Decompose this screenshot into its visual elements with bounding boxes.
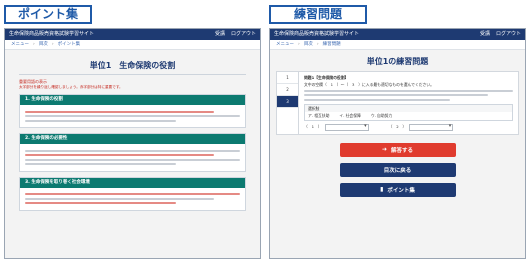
choice-item: イ. 社会保障 (339, 113, 361, 118)
select-label: （ 2 ） (388, 124, 407, 130)
question-text: 文中の空欄（ 1 ）～（ 3 ）に入る最も適切なものを選んでください。 (304, 81, 434, 87)
logout-link[interactable]: ログアウト (231, 29, 256, 40)
answer-selects: （ 1 ） （ 2 ） (304, 123, 513, 131)
back-button-label: 目次に戻る (383, 167, 412, 174)
breadcrumb-menu[interactable]: メニュー (276, 40, 294, 49)
text-line (25, 119, 176, 122)
choice-item: ア. 相互扶助 (308, 113, 330, 118)
site-title: 生命保険商品販売資格試験学習サイト (9, 31, 95, 37)
answer-select-group: （ 1 ） (304, 123, 369, 131)
answer-select-2[interactable] (409, 123, 454, 131)
choices-label: 選択肢 (305, 104, 512, 112)
point-collection-panel: 生命保険商品販売資格試験学習サイト 受講 ログアウト メニュー › 目次 › ポ… (4, 28, 261, 259)
answer-button[interactable]: ➜ 解答する (339, 142, 456, 157)
question-number-1[interactable]: 1 (277, 72, 298, 84)
breadcrumb: メニュー › 目次 › 練習問題 (270, 40, 525, 50)
text-line (25, 158, 240, 161)
badge-point-collection: ポイント集 (4, 5, 92, 24)
breadcrumb: メニュー › 目次 › ポイント集 (5, 40, 260, 50)
question-number-list: 1 2 3 (277, 72, 299, 134)
section-heading: 3. 生命保険を取り巻く社会環境 (20, 177, 245, 188)
question-heading: 問題1【生命保険の役割】 (304, 75, 349, 80)
section-body (20, 105, 245, 127)
circle-arrow-icon: ➜ (381, 146, 387, 153)
text-line (25, 149, 240, 152)
choices-list: ア. 相互扶助 イ. 社会保障 ウ. 自助努力 (305, 112, 512, 120)
choice-item: ウ. 自助努力 (370, 113, 393, 118)
breadcrumb-current: ポイント集 (57, 42, 81, 47)
breadcrumb-separator: › (51, 42, 54, 47)
answer-button-label: 解答する (391, 147, 414, 154)
unit-title: 単位1 生命保険の役割 (89, 61, 176, 70)
note-text: 太字部分を繰り返し確認しましょう。赤字部分は特に重要です。 (19, 85, 123, 89)
text-line (304, 89, 513, 92)
question-number-3[interactable]: 3 (277, 96, 298, 108)
breadcrumb-current: 練習問題 (322, 42, 341, 47)
question-body: 問題1【生命保険の役割】 文中の空欄（ 1 ）～（ 3 ）に入る最も適切なものを… (299, 72, 518, 134)
text-line (25, 163, 176, 165)
breadcrumb-separator: › (298, 42, 300, 47)
user-name[interactable]: 受講 (480, 29, 490, 40)
question-area: 1 2 3 問題1【生命保険の役割】 文中の空欄（ 1 ）～（ 3 ）に入る最も… (276, 71, 519, 135)
section-card: 2. 生命保険の必要性 (19, 133, 246, 172)
point-content: 単位1 生命保険の役割 重要用語の表示 太字部分を繰り返し確認しましょう。赤字部… (5, 50, 260, 222)
text-line (304, 98, 451, 101)
section-body (20, 144, 245, 171)
user-name[interactable]: 受講 (215, 29, 225, 40)
section-card: 1. 生命保険の役割 (19, 94, 246, 128)
practice-panel: 生命保険商品販売資格試験学習サイト 受講 ログアウト メニュー › 目次 › 練… (269, 28, 526, 259)
user-area: 受講 ログアウト (480, 29, 521, 40)
section-heading: 2. 生命保険の必要性 (20, 134, 245, 144)
section-body (20, 188, 245, 210)
point-button-label: ポイント集 (387, 187, 415, 194)
question-number-2[interactable]: 2 (277, 84, 298, 96)
breadcrumb-toc[interactable]: 目次 (304, 40, 313, 49)
text-line (25, 110, 215, 113)
text-line (25, 197, 215, 200)
practice-title: 単位1の練習問題 (366, 57, 429, 66)
breadcrumb-toc[interactable]: 目次 (39, 40, 48, 49)
text-line (25, 202, 176, 204)
logout-link[interactable]: ログアウト (496, 29, 521, 40)
breadcrumb-separator: › (33, 42, 35, 47)
choices-box: 選択肢 ア. 相互扶助 イ. 社会保障 ウ. 自助努力 (304, 103, 513, 121)
point-collection-button[interactable]: ▮ ポイント集 (339, 182, 456, 197)
top-bar: 生命保険商品販売資格試験学習サイト 受講 ログアウト (5, 29, 260, 40)
badge-practice-questions: 練習問題 (269, 5, 367, 24)
text-line (304, 94, 488, 96)
divider (19, 74, 246, 75)
section-heading: 1. 生命保険の役割 (20, 95, 245, 105)
back-to-toc-button[interactable]: 目次に戻る (339, 162, 456, 177)
top-bar: 生命保険商品販売資格試験学習サイト 受講 ログアウト (270, 29, 525, 40)
site-title: 生命保険商品販売資格試験学習サイト (274, 31, 360, 37)
breadcrumb-menu[interactable]: メニュー (11, 40, 29, 49)
text-line (25, 115, 240, 117)
select-label: （ 1 ） (304, 124, 322, 130)
section-card: 3. 生命保険を取り巻く社会環境 (19, 176, 246, 211)
user-area: 受講 ログアウト (215, 29, 256, 40)
book-icon: ▮ (380, 186, 384, 193)
answer-select-1[interactable] (324, 123, 369, 131)
text-line (25, 193, 240, 195)
text-line (25, 154, 215, 156)
breadcrumb-separator: › (316, 42, 319, 47)
answer-select-group: （ 2 ） (388, 123, 454, 131)
action-buttons: ➜ 解答する 目次に戻る ▮ ポイント集 (270, 142, 525, 197)
